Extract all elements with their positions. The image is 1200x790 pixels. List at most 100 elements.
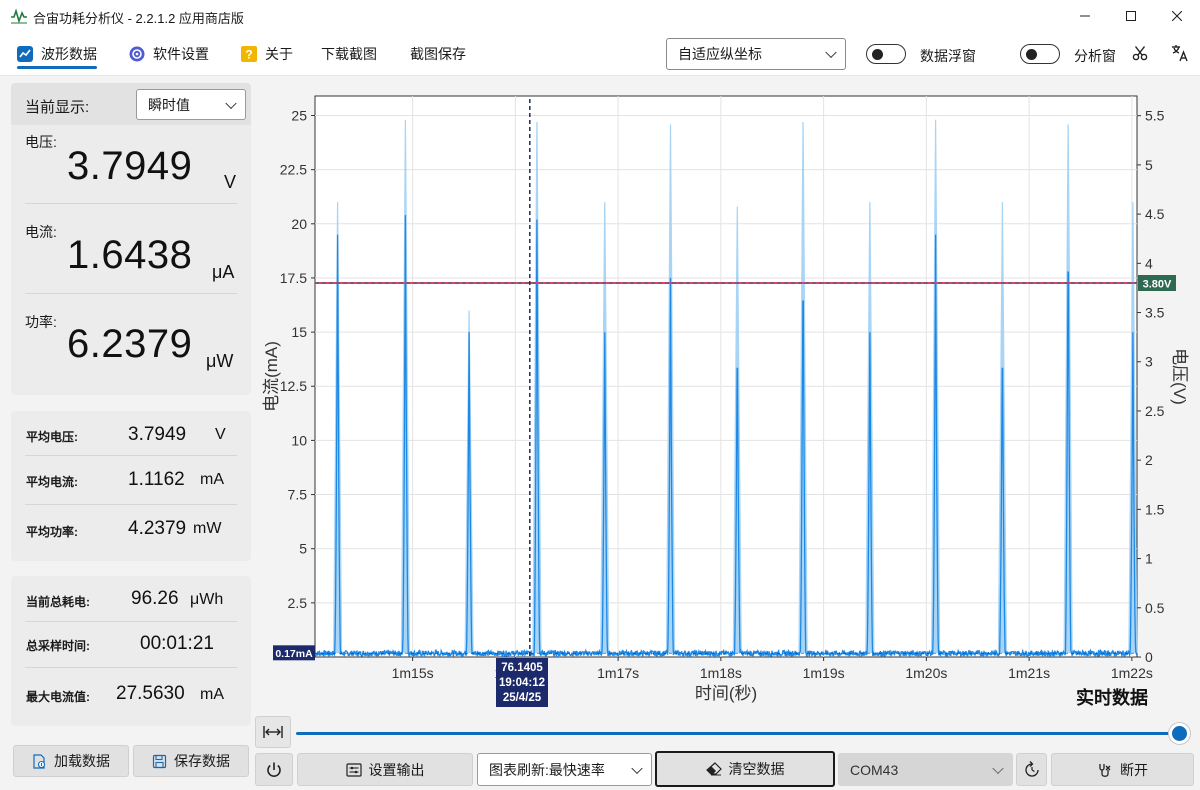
scissors-icon: [1132, 46, 1148, 61]
display-mode-select[interactable]: 瞬时值: [136, 89, 246, 120]
y-tick-label: 25: [291, 107, 307, 123]
tab-waveform-label: 波形数据: [41, 46, 97, 62]
y2-tick-label: 3: [1145, 354, 1153, 370]
disconnect-label: 断开: [1120, 761, 1148, 778]
title-bar: 合宙功耗分析仪 - 2.2.1.2 应用商店版: [0, 0, 1200, 32]
disconnect-button[interactable]: 断开: [1051, 753, 1194, 786]
toggle-knob: [1026, 48, 1037, 60]
data-float-toggle[interactable]: [866, 44, 906, 64]
power-button[interactable]: [255, 753, 293, 786]
com-port-select[interactable]: COM43: [838, 753, 1013, 786]
avg-power-label: 平均功率:: [26, 525, 78, 539]
translate-button[interactable]: [1171, 44, 1189, 67]
max-current-label: 最大电流值:: [26, 690, 90, 704]
minimize-button[interactable]: [1062, 0, 1108, 32]
fit-width-button[interactable]: [255, 716, 291, 748]
avg-voltage-label: 平均电压:: [26, 430, 78, 444]
tab-save-screenshot-label: 截图保存: [410, 46, 466, 62]
y2-tick-label: 0.5: [1145, 600, 1165, 616]
x-tick-label: 1m21s: [1008, 665, 1050, 681]
axis-mode-select[interactable]: 自适应纵坐标: [666, 38, 846, 70]
eraser-icon: [705, 762, 722, 776]
x-tick-label: 1m15s: [392, 665, 434, 681]
time-label: 总采样时间:: [26, 639, 90, 653]
clear-data-label: 清空数据: [728, 761, 785, 777]
chevron-down-icon: [992, 762, 1004, 774]
app-logo-icon: [11, 8, 27, 24]
y-tick-label: 15: [291, 324, 307, 340]
divider: [25, 667, 237, 668]
scissors-button[interactable]: [1132, 45, 1148, 66]
y2-tick-label: 2.5: [1145, 403, 1165, 419]
power-value: 6.2379: [67, 322, 193, 366]
load-data-button[interactable]: 加载数据: [13, 745, 129, 777]
save-data-label: 保存数据: [174, 753, 230, 769]
tab-save-screenshot[interactable]: 截图保存: [410, 44, 466, 64]
avg-current-unit: mA: [200, 471, 224, 488]
x-tick-label: 1m20s: [905, 665, 947, 681]
tab-waveform[interactable]: 波形数据: [17, 44, 97, 64]
power-icon: [267, 762, 281, 777]
chevron-down-icon: [631, 762, 643, 774]
max-current-unit: mA: [200, 686, 224, 703]
close-icon: [1172, 11, 1182, 21]
divider: [25, 621, 237, 622]
waveform-chart[interactable]: 2.557.51012.51517.52022.52500.511.522.53…: [256, 84, 1200, 716]
voltage-unit: V: [224, 172, 237, 192]
current-unit: μA: [212, 262, 235, 282]
x-tick-label: 1m17s: [597, 665, 639, 681]
analysis-label: 分析窗: [1074, 48, 1116, 64]
gear-icon: [129, 46, 145, 62]
chart-wave-icon: [17, 46, 33, 62]
app-window: 合宙功耗分析仪 - 2.2.1.2 应用商店版 波形数据 软件设置 ? 关于 下…: [0, 0, 1200, 790]
x-tick-label: 1m22s: [1111, 665, 1153, 681]
x-axis-label: 时间(秒): [695, 684, 757, 703]
y-tick-label: 22.5: [280, 162, 307, 178]
load-file-icon: [32, 753, 47, 769]
energy-unit: μWh: [190, 591, 224, 608]
clear-data-button[interactable]: 清空数据: [655, 751, 835, 787]
timeline-slider-track[interactable]: [296, 732, 1180, 735]
timeline-slider-thumb[interactable]: [1169, 723, 1190, 744]
y2-tick-label: 2: [1145, 452, 1153, 468]
fit-width-icon: [263, 726, 283, 738]
tab-settings[interactable]: 软件设置: [129, 44, 209, 64]
refresh-icon: [1024, 760, 1039, 777]
translate-icon: [1172, 45, 1188, 62]
avg-power-unit: mW: [193, 520, 222, 537]
maximize-button[interactable]: [1108, 0, 1154, 32]
y2-tick-label: 3.5: [1145, 305, 1165, 321]
tab-settings-label: 软件设置: [153, 46, 209, 62]
output-settings-icon: [345, 762, 362, 777]
refresh-rate-select[interactable]: 图表刷新:最快速率: [477, 753, 652, 786]
y2-tick-label: 5: [1145, 157, 1153, 173]
axis-mode-value: 自适应纵坐标: [678, 46, 762, 62]
y2-tick-label: 5.5: [1145, 108, 1165, 124]
tab-about[interactable]: ? 关于: [241, 44, 293, 64]
y-tick-label: 20: [291, 216, 307, 232]
y2-tick-label: 4: [1145, 255, 1153, 271]
avg-current-label: 平均电流:: [26, 475, 78, 489]
output-settings-button[interactable]: 设置输出: [297, 753, 473, 786]
tab-about-label: 关于: [265, 46, 293, 62]
toggle-knob: [872, 48, 883, 60]
cursor-tag-line: 76.1405: [501, 662, 543, 674]
y2-tick-label: 0: [1145, 649, 1153, 665]
y-tick-label: 10: [291, 432, 307, 448]
avg-voltage-unit: V: [215, 426, 226, 443]
max-current-value: 27.5630: [116, 683, 185, 704]
analysis-toggle[interactable]: [1020, 44, 1060, 64]
current-label: 电流:: [25, 224, 57, 240]
energy-value: 96.26: [131, 588, 179, 609]
voltage-tag-label: 3.80V: [1143, 279, 1172, 291]
minimize-icon: [1080, 15, 1090, 17]
save-data-button[interactable]: 保存数据: [133, 745, 249, 777]
refresh-ports-button[interactable]: [1016, 753, 1047, 786]
tab-download-screenshot[interactable]: 下载截图: [321, 44, 377, 64]
close-button[interactable]: [1154, 0, 1200, 32]
save-icon: [152, 754, 167, 769]
current-value: 1.6438: [67, 233, 193, 277]
chevron-down-icon: [825, 46, 837, 59]
y-axis-label: 电流(mA): [262, 341, 281, 412]
y2-tick-label: 1: [1145, 551, 1153, 567]
